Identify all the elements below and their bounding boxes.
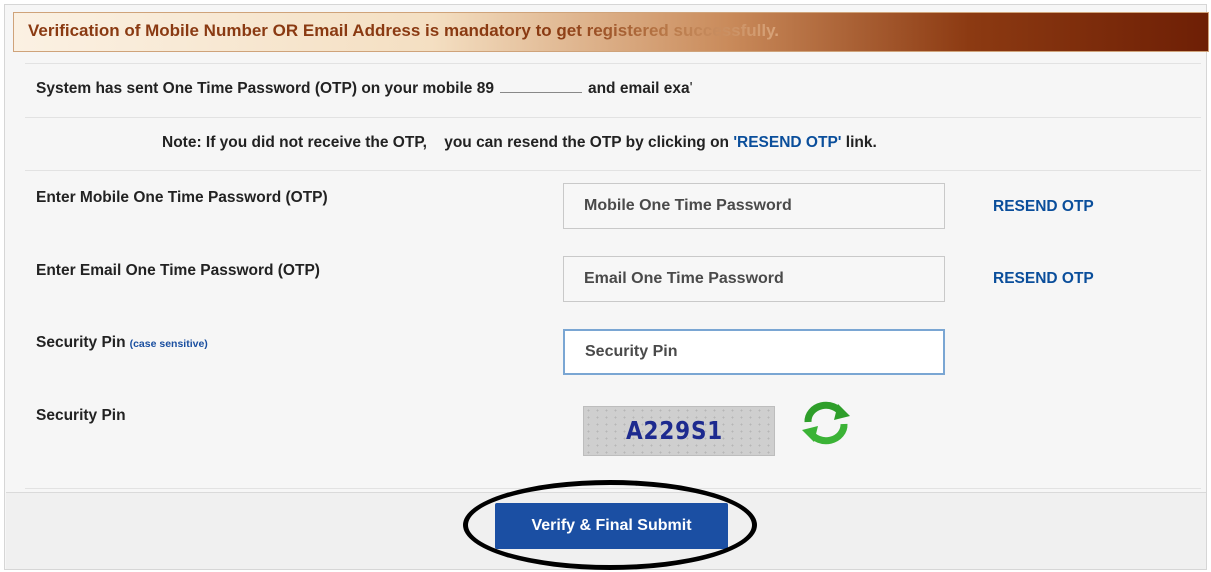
security-pin-label-text: Security Pin: [36, 334, 126, 351]
note-prefix: Note: If you did not receive the OTP, yo…: [162, 134, 734, 151]
otp-sent-prefix: System has sent One Time Password (OTP) …: [36, 80, 494, 97]
resend-note: Note: If you did not receive the OTP, yo…: [162, 134, 877, 152]
otp-sent-middle: and email exa: [587, 80, 690, 97]
verification-banner: Verification of Mobile Number OR Email A…: [13, 12, 1209, 52]
case-sensitive-hint: (case sensitive): [129, 338, 208, 350]
otp-sent-message: System has sent One Time Password (OTP) …: [36, 80, 693, 97]
divider: [25, 488, 1201, 489]
email-otp-label: Enter Email One Time Password (OTP): [36, 262, 320, 279]
captcha-text: A229S1: [626, 416, 724, 445]
divider: [25, 63, 1201, 64]
captcha-label: Security Pin: [36, 407, 126, 424]
email-resend-otp-link[interactable]: RESEND OTP: [993, 270, 1094, 288]
refresh-icon[interactable]: [798, 398, 854, 448]
security-pin-label: Security Pin (case sensitive): [36, 334, 208, 352]
divider: [25, 117, 1201, 118]
banner-text: Verification of Mobile Number OR Email A…: [28, 21, 780, 40]
email-otp-input[interactable]: [563, 256, 945, 302]
captcha-image: A229S1: [583, 406, 775, 456]
divider: [25, 170, 1201, 171]
mobile-otp-label: Enter Mobile One Time Password (OTP): [36, 189, 328, 206]
masked-mobile: [499, 80, 582, 93]
mobile-otp-input[interactable]: [563, 183, 945, 229]
verify-final-submit-button[interactable]: Verify & Final Submit: [495, 503, 728, 549]
mobile-resend-otp-link[interactable]: RESEND OTP: [993, 198, 1094, 216]
security-pin-input[interactable]: [563, 329, 945, 375]
note-resend-link: 'RESEND OTP': [733, 134, 842, 151]
note-suffix: link.: [841, 134, 877, 151]
